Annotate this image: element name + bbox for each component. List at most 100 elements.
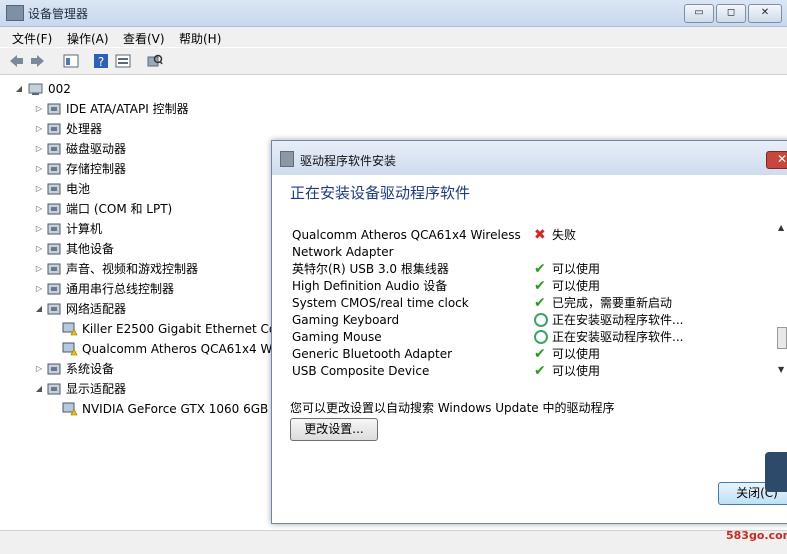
minimize-button[interactable]: ▭ [684,4,714,23]
menu-help[interactable]: 帮助(H) [179,30,221,47]
tree-item-label: 处理器 [66,122,103,136]
dialog-title-bar: 驱动程序软件安装 ✕ [272,141,787,175]
tree-item-label: IDE ATA/ATAPI 控制器 [66,102,189,116]
device-name: Gaming Keyboard [292,313,400,327]
title-bar: 设备管理器 ▭ ◻ ✕ [0,0,787,27]
tree-item-label: 网络适配器 [66,302,127,316]
scrollbar-thumb[interactable] [777,327,787,349]
expand-icon[interactable]: ▷ [34,280,44,298]
dialog-heading: 正在安装设备驱动程序软件 [290,184,471,202]
device-name: Gaming Mouse [292,330,382,344]
toolbar: ? [0,48,787,75]
device-status: 可以使用 [552,364,601,378]
device-category-icon [46,382,62,396]
device-status: 可以使用 [552,347,601,361]
tree-item-label: 端口 (COM 和 LPT) [66,202,173,216]
collapse-icon[interactable]: ◢ [34,300,44,318]
expand-icon[interactable]: ▷ [34,180,44,198]
expand-icon[interactable]: ▷ [34,240,44,258]
device-status-list[interactable]: Qualcomm Atheros QCA61x4 Wireless ✖ 失败 Netw… [288,213,787,381]
device-category-icon [46,182,62,196]
device-status: 正在安装驱动程序软件... [552,330,684,344]
window-title: 设备管理器 [28,7,89,21]
menu-bar: 文件(F) 操作(A) 查看(V) 帮助(H) [0,27,787,47]
scroll-up-arrow-icon[interactable]: ▲ [778,223,784,232]
installing-spinner-icon [534,313,548,327]
tree-item-label: 电池 [66,182,91,196]
menu-action[interactable]: 操作(A) [67,30,109,47]
expand-icon[interactable]: ▷ [34,260,44,278]
check-icon: ✔ [534,278,546,294]
maximize-button[interactable]: ◻ [716,4,746,23]
expand-icon[interactable]: ▷ [34,200,44,218]
device-category-icon [46,302,62,316]
check-icon: ✔ [534,346,546,362]
expand-icon[interactable]: ▷ [34,140,44,158]
expand-icon[interactable]: ▷ [34,120,44,138]
device-category-icon [46,202,62,216]
device-category-icon [46,262,62,276]
device-status: 可以使用 [552,279,601,293]
device-status: 失败 [552,228,577,242]
side-widget[interactable] [765,452,787,492]
device-category-icon [46,222,62,236]
forward-arrow-icon[interactable] [30,53,46,69]
device-name: High Definition Audio 设备 [292,279,448,293]
device-category-icon [46,242,62,256]
tree-item-label: 其他设备 [66,242,115,256]
view-icon[interactable] [115,53,131,69]
tree-item-label: 系统设备 [66,362,115,376]
tree-item-label: Qualcomm Atheros QCA61x4 W [82,342,273,356]
device-category-icon [46,122,62,136]
collapse-icon[interactable]: ◢ [14,80,24,98]
properties-icon[interactable] [63,53,79,69]
watermark: 583go.com [726,529,787,542]
device-name: Network Adapter [292,245,394,259]
tree-item-label: Killer E2500 Gigabit Ethernet Co [82,322,277,336]
scan-hardware-icon[interactable] [147,53,163,69]
driver-hint-text: 您可以更改设置以自动搜索 Windows Update 中的驱动程序 [290,401,615,415]
tree-item-label: 显示适配器 [66,382,127,396]
menu-view[interactable]: 查看(V) [123,30,165,47]
device-name: USB Composite Device [292,364,430,378]
failed-x-icon: ✖ [534,227,546,243]
driver-icon [280,151,294,167]
device-category-icon [46,162,62,176]
device-status: 可以使用 [552,262,601,276]
dialog-close-button[interactable]: ✕ [766,151,787,169]
change-settings-button[interactable]: 更改设置... [290,418,378,441]
tree-root-label: 002 [48,82,71,96]
expand-icon[interactable]: ▷ [34,220,44,238]
device-category-icon [46,362,62,376]
tree-item-label: 计算机 [66,222,103,236]
driver-install-dialog: 驱动程序软件安装 ✕ 正在安装设备驱动程序软件 Qualcomm Atheros… [271,140,787,524]
device-name: 英特尔(R) USB 3.0 根集线器 [292,262,449,276]
device-category-icon [46,102,62,116]
check-icon: ✔ [534,261,546,277]
device-manager-icon [6,5,24,21]
expand-icon[interactable]: ▷ [34,360,44,378]
device-warning-icon [62,322,78,336]
scroll-down-arrow-icon[interactable]: ▼ [778,365,784,374]
device-warning-icon [62,342,78,356]
device-name: System CMOS/real time clock [292,296,469,310]
check-icon: ✔ [534,363,546,379]
tree-item-label: 通用串行总线控制器 [66,282,175,296]
device-name: Qualcomm Atheros QCA61x4 Wireless [292,228,521,242]
tree-item-label: 磁盘驱动器 [66,142,127,156]
device-status: 已完成，需要重新启动 [552,296,673,310]
help-icon[interactable]: ? [93,53,109,69]
expand-icon[interactable]: ▷ [34,160,44,178]
close-button[interactable]: ✕ [748,4,782,23]
device-status: 正在安装驱动程序软件... [552,313,684,327]
menu-file[interactable]: 文件(F) [12,30,52,47]
back-arrow-icon[interactable] [8,53,24,69]
installing-spinner-icon [534,330,548,344]
tree-item-label: 存储控制器 [66,162,127,176]
device-category-icon [46,282,62,296]
collapse-icon[interactable]: ◢ [34,380,44,398]
dialog-title: 驱动程序软件安装 [300,154,397,168]
expand-icon[interactable]: ▷ [34,100,44,118]
computer-icon [28,82,44,96]
tree-item-label: NVIDIA GeForce GTX 1060 6GB [82,402,269,416]
